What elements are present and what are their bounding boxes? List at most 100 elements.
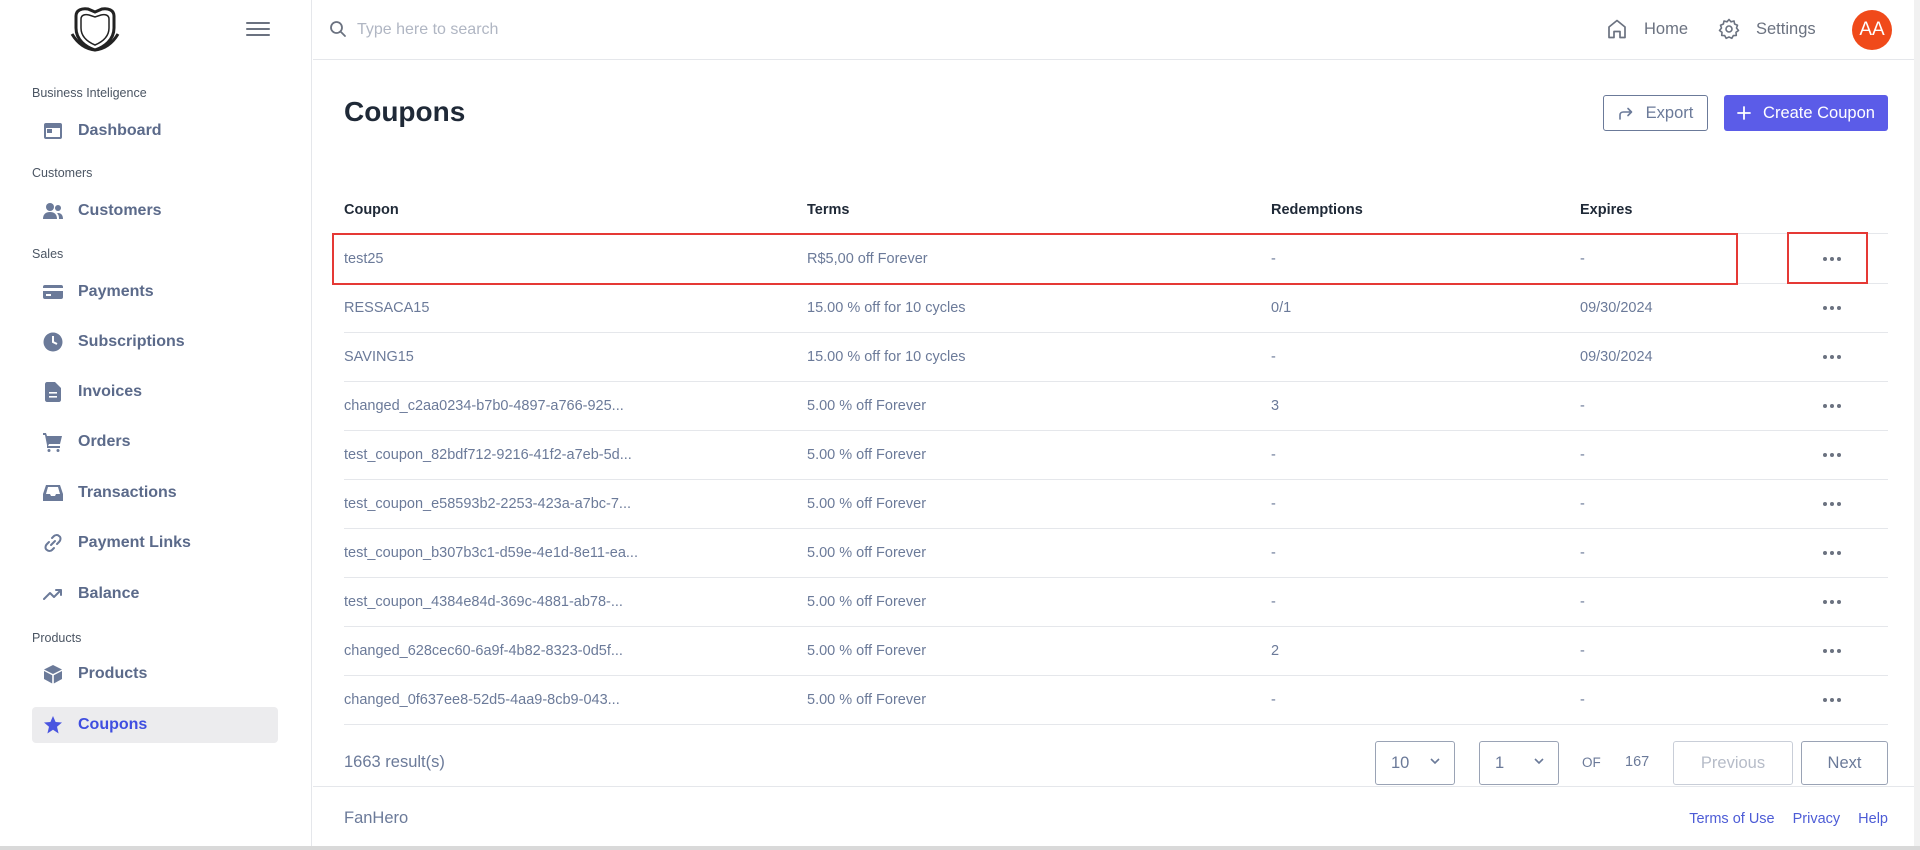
row-actions-more-icon[interactable] [1819, 249, 1845, 269]
sidebar-item-label: Balance [78, 585, 140, 602]
hamburger-menu-icon[interactable] [246, 18, 270, 40]
section-label-products: Products [32, 631, 82, 645]
coupon-expires: - [1580, 692, 1585, 708]
coupon-expires: - [1580, 545, 1585, 561]
privacy-link[interactable]: Privacy [1793, 811, 1841, 827]
window-bottom-edge [0, 846, 1920, 850]
coupon-expires: - [1580, 251, 1585, 267]
coupon-code: changed_628cec60-6a9f-4b82-8323-0d5f... [344, 643, 623, 659]
footer-links: Terms of Use Privacy Help [1689, 811, 1888, 827]
row-actions-more-icon[interactable] [1819, 543, 1845, 563]
table-row[interactable]: changed_c2aa0234-b7b0-4897-a766-925... 5… [344, 382, 1888, 431]
vertical-scrollbar[interactable] [1914, 0, 1920, 850]
page-size-value: 10 [1391, 753, 1410, 772]
sidebar-item-customers[interactable]: Customers [32, 193, 278, 229]
row-actions-more-icon[interactable] [1819, 298, 1845, 318]
table-header: Coupon Terms Redemptions Expires [344, 200, 1888, 234]
coupon-terms: 5.00 % off Forever [807, 594, 927, 610]
terms-of-use-link[interactable]: Terms of Use [1689, 811, 1774, 827]
sidebar-item-label: Payment Links [78, 534, 191, 551]
of-label: OF [1582, 755, 1601, 770]
sidebar-item-label: Customers [78, 202, 162, 219]
column-header-coupon[interactable]: Coupon [344, 202, 399, 218]
clock-icon [42, 331, 64, 353]
next-button[interactable]: Next [1801, 741, 1888, 785]
coupon-code: SAVING15 [344, 349, 414, 365]
coupon-code: changed_0f637ee8-52d5-4aa9-8cb9-043... [344, 692, 620, 708]
total-pages: 167 [1625, 754, 1650, 770]
coupon-terms: 5.00 % off Forever [807, 545, 927, 561]
page-number-select[interactable]: 1 [1479, 741, 1559, 785]
trend-up-icon [42, 583, 64, 605]
page-size-select[interactable]: 10 [1375, 741, 1455, 785]
credit-card-icon [42, 281, 64, 303]
footer-brand: FanHero [344, 809, 409, 827]
row-actions-more-icon[interactable] [1819, 592, 1845, 612]
coupon-terms: 5.00 % off Forever [807, 398, 927, 414]
sidebar-item-label: Payments [78, 283, 154, 300]
sidebar-item-label: Invoices [78, 383, 143, 400]
table-row[interactable]: RESSACA15 15.00 % off for 10 cycles 0/1 … [344, 284, 1888, 333]
coupon-expires: 09/30/2024 [1580, 300, 1653, 316]
coupon-terms: 15.00 % off for 10 cycles [807, 349, 966, 365]
cube-icon [42, 663, 64, 685]
sidebar-item-products[interactable]: Products [32, 656, 278, 692]
home-label: Home [1644, 19, 1689, 38]
table-row[interactable]: test_coupon_b307b3c1-d59e-4e1d-8e11-ea..… [344, 529, 1888, 578]
sidebar-item-transactions[interactable]: Transactions [32, 475, 278, 511]
row-actions-more-icon[interactable] [1819, 494, 1845, 514]
avatar[interactable]: AA [1852, 10, 1892, 50]
coupon-redemptions: 2 [1271, 643, 1280, 659]
row-actions-more-icon[interactable] [1819, 690, 1845, 710]
create-coupon-button[interactable]: Create Coupon [1724, 95, 1888, 131]
sidebar-item-label: Dashboard [78, 122, 162, 139]
home-link[interactable]: Home [1606, 18, 1688, 40]
sidebar-item-payments[interactable]: Payments [32, 274, 278, 310]
row-actions-more-icon[interactable] [1819, 396, 1845, 416]
coupon-code: test_coupon_82bdf712-9216-41f2-a7eb-5d..… [344, 447, 632, 463]
table-row[interactable]: test25 R$5,00 off Forever - - [344, 235, 1888, 284]
column-header-expires[interactable]: Expires [1580, 202, 1632, 218]
shield-logo-icon[interactable] [68, 6, 122, 52]
row-actions-more-icon[interactable] [1819, 445, 1845, 465]
document-icon [42, 381, 64, 403]
settings-link[interactable]: Settings [1718, 18, 1816, 40]
sidebar-item-orders[interactable]: Orders [32, 424, 278, 460]
settings-label: Settings [1756, 19, 1816, 38]
table-row[interactable]: changed_628cec60-6a9f-4b82-8323-0d5f... … [344, 627, 1888, 676]
coupon-expires: - [1580, 398, 1585, 414]
sidebar-item-balance[interactable]: Balance [32, 576, 278, 612]
column-header-redemptions[interactable]: Redemptions [1271, 202, 1363, 218]
row-actions-more-icon[interactable] [1819, 347, 1845, 367]
help-link[interactable]: Help [1858, 811, 1888, 827]
search-input[interactable] [357, 16, 857, 44]
gear-icon [1718, 18, 1740, 40]
table-row[interactable]: changed_0f637ee8-52d5-4aa9-8cb9-043... 5… [344, 676, 1888, 725]
coupon-code: test_coupon_b307b3c1-d59e-4e1d-8e11-ea..… [344, 545, 638, 561]
sidebar-item-subscriptions[interactable]: Subscriptions [32, 324, 278, 360]
sidebar-item-coupons[interactable]: Coupons [32, 707, 278, 743]
sidebar-item-invoices[interactable]: Invoices [32, 374, 278, 410]
table-row[interactable]: test_coupon_4384e84d-369c-4881-ab78-... … [344, 578, 1888, 627]
column-header-terms[interactable]: Terms [807, 202, 849, 218]
table-row[interactable]: test_coupon_82bdf712-9216-41f2-a7eb-5d..… [344, 431, 1888, 480]
sidebar: Business Inteligence Dashboard Customers… [0, 0, 312, 850]
table-row[interactable]: test_coupon_e58593b2-2253-423a-a7bc-7...… [344, 480, 1888, 529]
sidebar-item-label: Coupons [78, 716, 148, 733]
link-icon [42, 532, 64, 554]
share-arrow-icon [1618, 107, 1632, 120]
coupon-redemptions: - [1271, 349, 1276, 365]
table-row[interactable]: SAVING15 15.00 % off for 10 cycles - 09/… [344, 333, 1888, 382]
sidebar-item-payment-links[interactable]: Payment Links [32, 525, 278, 561]
calendar-icon [42, 120, 64, 142]
previous-button[interactable]: Previous [1673, 741, 1793, 785]
coupon-redemptions: - [1271, 545, 1276, 561]
coupon-redemptions: 3 [1271, 398, 1280, 414]
coupon-redemptions: - [1271, 496, 1276, 512]
footer: FanHero Terms of Use Privacy Help [313, 786, 1920, 846]
sidebar-item-dashboard[interactable]: Dashboard [32, 113, 278, 149]
row-actions-more-icon[interactable] [1819, 641, 1845, 661]
page-title: Coupons [344, 96, 466, 127]
search-icon [329, 20, 347, 38]
export-button[interactable]: Export [1603, 95, 1708, 131]
